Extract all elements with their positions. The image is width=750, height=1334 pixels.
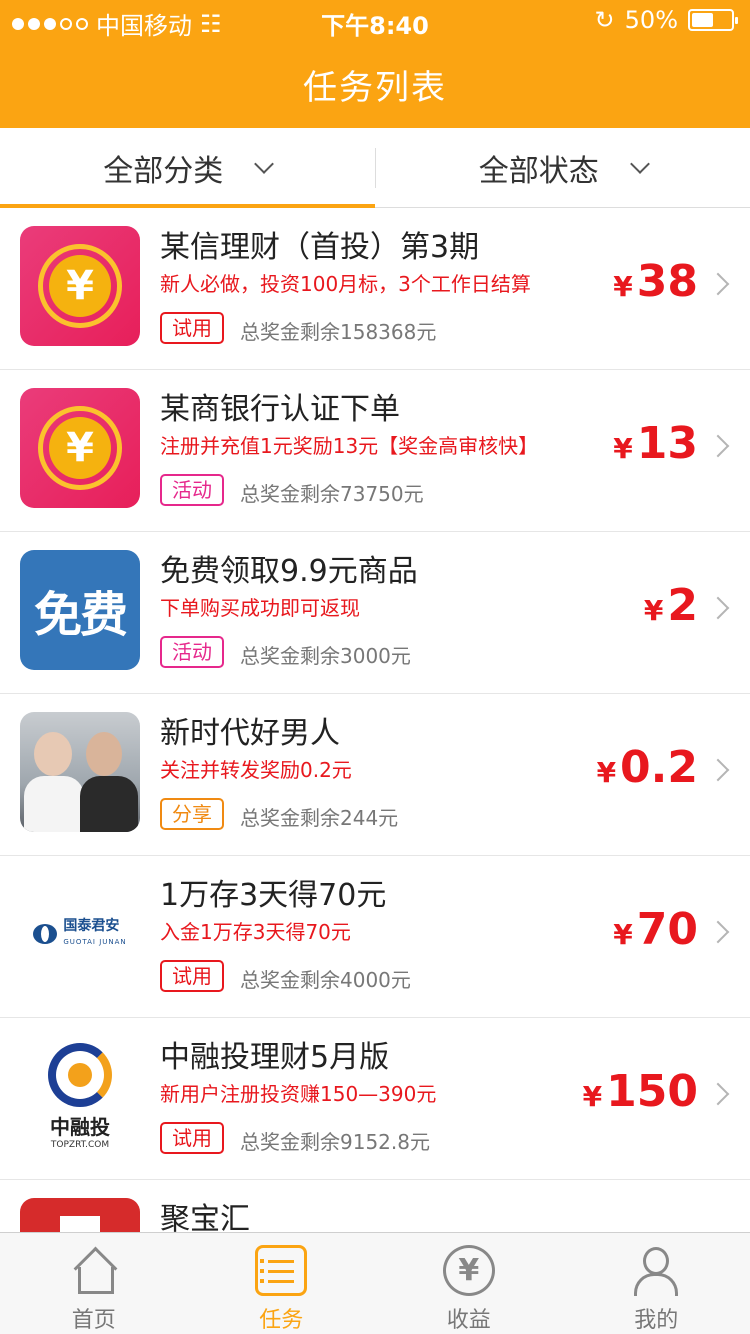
task-desc: 入金1万存3天得70元 — [160, 920, 351, 944]
tab-label: 我的 — [634, 1308, 679, 1333]
task-name: 某信理财（首投）第3期 — [160, 230, 480, 265]
jubaohui-logo — [20, 1198, 140, 1232]
chevron-right-icon — [706, 1082, 730, 1106]
task-name: 聚宝汇 — [160, 1202, 250, 1232]
task-desc: 新用户注册投资赚150—390元 — [160, 1082, 437, 1106]
couple-photo-icon — [20, 712, 140, 832]
home-icon — [68, 1245, 120, 1296]
task-tag: 试用 — [160, 1122, 224, 1154]
tab-tasks[interactable]: 任务 — [188, 1233, 376, 1334]
task-item[interactable]: 聚宝汇 — [0, 1180, 750, 1232]
task-name: 1万存3天得70元 — [160, 878, 387, 913]
task-item[interactable]: 免费 免费领取9.9元商品 下单购买成功即可返现 活动 总奖金剩余3000元 ¥… — [0, 532, 750, 694]
task-reward: ¥13 — [613, 418, 698, 469]
task-list-icon — [255, 1245, 308, 1296]
task-item[interactable]: 国泰君安 GUOTAI JUNAN 1万存3天得70元 入金1万存3天得70元 试… — [0, 856, 750, 1018]
task-reward: ¥150 — [582, 1066, 698, 1117]
chevron-right-icon — [706, 272, 730, 296]
task-tag: 活动 — [160, 636, 224, 668]
battery-icon — [688, 9, 738, 31]
task-remaining: 总奖金剩余9152.8元 — [240, 1130, 430, 1154]
coin-icon: ¥ — [20, 226, 140, 346]
tab-home[interactable]: 首页 — [0, 1233, 188, 1334]
task-name: 免费领取9.9元商品 — [160, 554, 418, 589]
task-reward: ¥70 — [613, 904, 698, 955]
task-desc: 新人必做，投资100月标，3个工作日结算 — [160, 272, 531, 296]
task-remaining: 总奖金剩余244元 — [240, 806, 399, 830]
zrt-logo: 中融投 TOPZRT.COM — [20, 1036, 140, 1156]
task-item[interactable]: ¥ 某商银行认证下单 注册并充值1元奖励13元【奖金高审核快】 活动 总奖金剩余… — [0, 370, 750, 532]
task-item[interactable]: 新时代好男人 关注并转发奖励0.2元 分享 总奖金剩余244元 ¥0.2 — [0, 694, 750, 856]
tab-me[interactable]: 我的 — [563, 1233, 750, 1334]
task-tag: 试用 — [160, 960, 224, 992]
tab-income[interactable]: ¥ 收益 — [375, 1233, 563, 1334]
chevron-right-icon — [706, 920, 730, 944]
task-item[interactable]: 中融投 TOPZRT.COM 中融投理财5月版 新用户注册投资赚150—390元… — [0, 1018, 750, 1180]
task-remaining: 总奖金剩余4000元 — [240, 968, 411, 992]
task-desc: 关注并转发奖励0.2元 — [160, 758, 352, 782]
task-item[interactable]: ¥ 某信理财（首投）第3期 新人必做，投资100月标，3个工作日结算 试用 总奖… — [0, 208, 750, 370]
chevron-right-icon — [706, 434, 730, 458]
task-name: 中融投理财5月版 — [160, 1040, 390, 1075]
task-remaining: 总奖金剩余73750元 — [240, 482, 424, 506]
task-reward: ¥38 — [613, 256, 698, 307]
header: 中国移动 ☷ 下午8:40 ↻ 50% 任务列表 — [0, 0, 750, 128]
user-icon — [630, 1245, 682, 1296]
chevron-down-icon — [629, 153, 650, 174]
task-list: ¥ 某信理财（首投）第3期 新人必做，投资100月标，3个工作日结算 试用 总奖… — [0, 208, 750, 1232]
guotai-junan-logo: 国泰君安 GUOTAI JUNAN — [20, 874, 140, 994]
task-remaining: 总奖金剩余158368元 — [240, 320, 437, 344]
tab-bar: 首页 任务 ¥ 收益 我的 — [0, 1232, 750, 1334]
rotation-lock-icon: ↻ — [594, 6, 615, 34]
tab-label: 首页 — [71, 1308, 116, 1333]
chevron-right-icon — [706, 758, 730, 782]
coin-icon: ¥ — [20, 388, 140, 508]
task-name: 新时代好男人 — [160, 716, 340, 751]
page-title: 任务列表 — [303, 68, 447, 108]
task-remaining: 总奖金剩余3000元 — [240, 644, 411, 668]
category-filter[interactable]: 全部分类 — [0, 128, 375, 208]
task-reward: ¥0.2 — [596, 742, 698, 793]
battery-percent: 50% — [624, 6, 678, 34]
task-desc: 下单购买成功即可返现 — [160, 596, 360, 620]
chevron-right-icon — [706, 596, 730, 620]
task-tag: 活动 — [160, 474, 224, 506]
task-tag: 试用 — [160, 312, 224, 344]
chevron-down-icon — [254, 153, 275, 174]
free-icon: 免费 — [20, 550, 140, 670]
category-filter-label: 全部分类 — [103, 153, 224, 189]
yen-circle-icon: ¥ — [442, 1245, 495, 1296]
status-filter[interactable]: 全部状态 — [376, 128, 750, 207]
filter-bar: 全部分类 全部状态 — [0, 128, 750, 208]
status-bar: 中国移动 ☷ 下午8:40 ↻ 50% — [0, 0, 750, 40]
task-desc: 注册并充值1元奖励13元【奖金高审核快】 — [160, 434, 539, 458]
status-filter-label: 全部状态 — [478, 153, 599, 189]
task-name: 某商银行认证下单 — [160, 392, 400, 427]
task-reward: ¥2 — [643, 580, 698, 631]
tab-label: 收益 — [446, 1308, 491, 1333]
task-tag: 分享 — [160, 798, 224, 830]
tab-label: 任务 — [259, 1308, 304, 1333]
